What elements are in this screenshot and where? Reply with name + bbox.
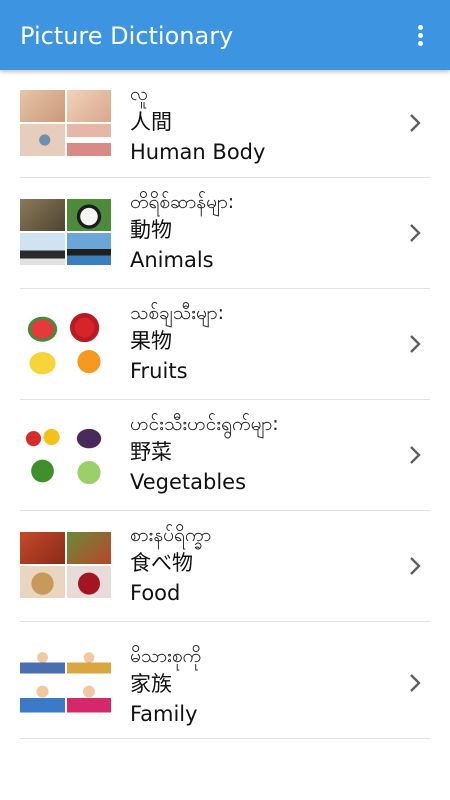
label-burmese: ဟင်းသီးဟင်းရွက်မျာ:: [130, 413, 279, 435]
label-burmese: စားနပ်ရိက္ခာ: [130, 524, 212, 546]
list-item-vegetables[interactable]: ဟင်းသီးဟင်းရွက်မျာ: 野菜 Vegetables: [20, 400, 430, 511]
human-body-thumbnail: [20, 90, 111, 156]
label-chinese: 野菜: [130, 440, 172, 464]
label-english: Vegetables: [130, 470, 247, 494]
chevron-right-icon: [410, 224, 421, 242]
label-burmese: သစ်ချသီးမျာ:: [130, 302, 225, 324]
list-item-human-body[interactable]: လူ 人間 Human Body: [20, 70, 430, 178]
family-thumbnail: [20, 648, 111, 714]
chevron-right-icon: [410, 674, 421, 692]
label-burmese: မိသားစုကို: [130, 645, 202, 667]
label-english: Fruits: [130, 359, 188, 383]
food-thumbnail: [20, 532, 111, 598]
label-burmese: တိရိစ်ဆာန်မျာ:: [130, 191, 235, 213]
label-chinese: 動物: [130, 218, 172, 242]
list-item-animals[interactable]: တိရိစ်ဆာန်မျာ: 動物 Animals: [20, 178, 430, 289]
list-item-food[interactable]: စားနပ်ရိက္ခာ 食べ物 Food: [20, 511, 430, 622]
animals-thumbnail: [20, 199, 111, 265]
app-bar: Picture Dictionary: [0, 0, 450, 70]
chevron-right-icon: [410, 446, 421, 464]
label-chinese: 人間: [130, 110, 172, 134]
label-burmese: လူ: [130, 83, 148, 105]
chevron-right-icon: [410, 335, 421, 353]
label-chinese: 食べ物: [130, 551, 193, 575]
chevron-right-icon: [410, 557, 421, 575]
list-item-fruits[interactable]: သစ်ချသီးမျာ: 果物 Fruits: [20, 289, 430, 400]
app-title: Picture Dictionary: [20, 22, 234, 50]
chevron-right-icon: [410, 114, 421, 132]
label-chinese: 家族: [130, 672, 172, 696]
label-english: Animals: [130, 248, 214, 272]
label-english: Family: [130, 702, 198, 726]
label-english: Human Body: [130, 140, 266, 164]
vegetables-thumbnail: [20, 421, 111, 487]
fruits-thumbnail: [20, 310, 111, 376]
label-chinese: 果物: [130, 329, 172, 353]
more-vert-icon[interactable]: [408, 20, 432, 50]
list-item-family[interactable]: မိသားစုကို 家族 Family: [20, 622, 430, 739]
label-english: Food: [130, 581, 181, 605]
